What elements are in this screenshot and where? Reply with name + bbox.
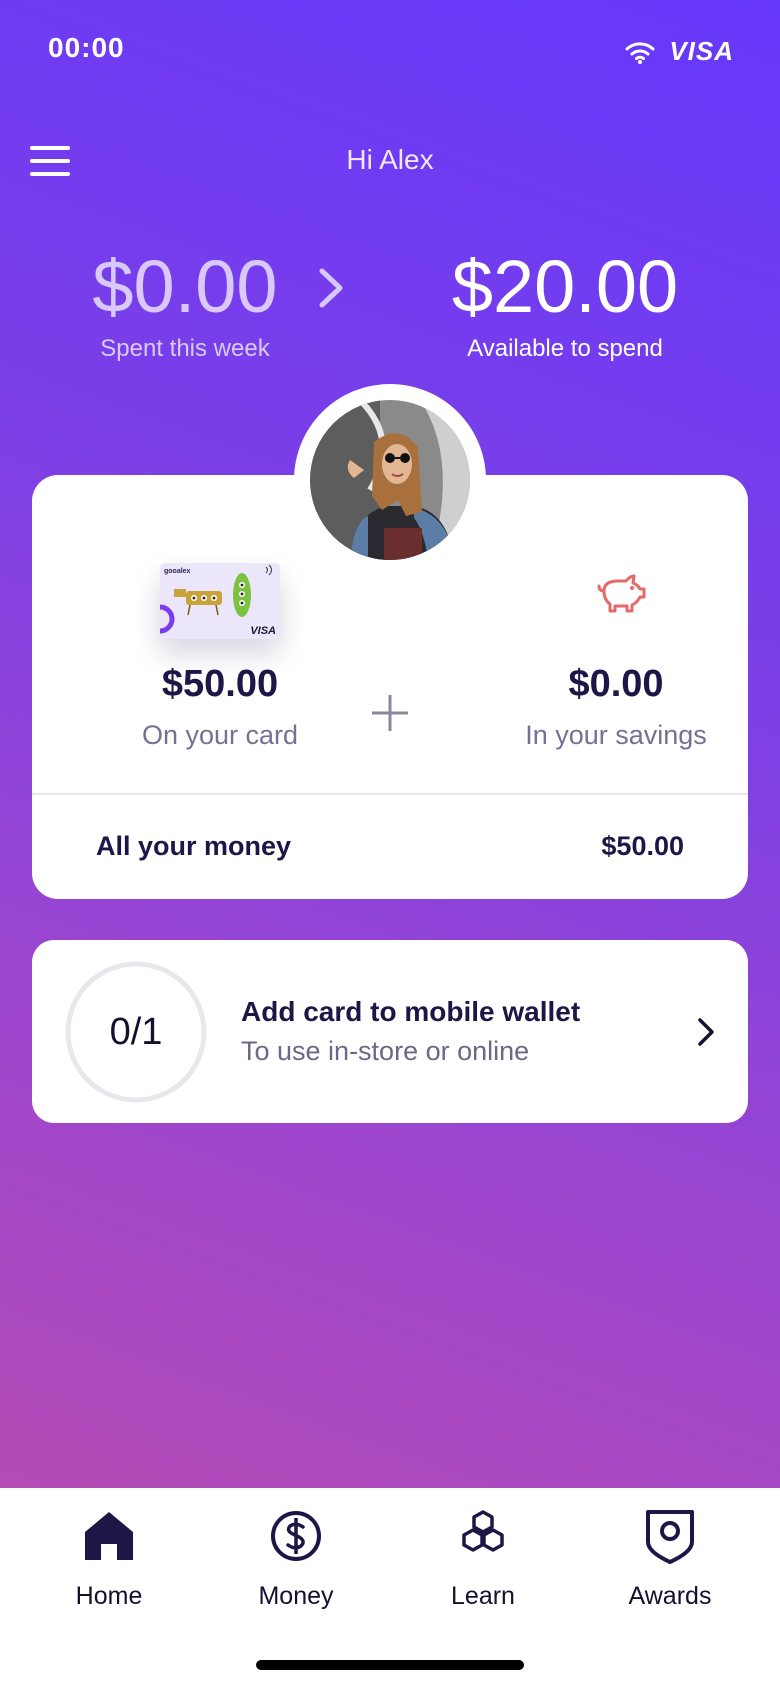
total-value: $50.00: [601, 831, 684, 861]
piggy-bank-icon: [597, 574, 646, 613]
progress-text: 0/1: [109, 1011, 163, 1053]
card-brand-text: gooalex: [164, 568, 191, 575]
spent-label: Spent this week: [100, 335, 270, 362]
tab-learn[interactable]: Learn: [403, 1506, 563, 1611]
savings-amount-label: In your savings: [525, 720, 707, 750]
status-bar: 00:00 VISA: [0, 0, 780, 100]
wallet-task-subtitle: To use in-store or online: [241, 1036, 530, 1066]
spent-amount: $0.00: [92, 245, 278, 328]
hexagons-icon: [462, 1510, 504, 1552]
spending-summary: $0.00 Spent this week $20.00 Available t…: [0, 245, 780, 375]
home-icon: [85, 1512, 133, 1560]
tab-awards[interactable]: Awards: [590, 1506, 750, 1611]
tab-label: Learn: [451, 1582, 515, 1610]
tab-label: Home: [75, 1582, 143, 1610]
header: Hi Alex: [0, 130, 780, 190]
debit-card-image: gooalex VISA: [160, 563, 280, 639]
wallet-task-title: Add card to mobile wallet: [241, 996, 581, 1027]
plus-icon: [372, 695, 408, 731]
tab-home[interactable]: Home: [29, 1506, 189, 1611]
tab-label: Awards: [628, 1582, 712, 1610]
dollar-icon: [271, 1511, 321, 1561]
add-to-wallet-card[interactable]: 0/1 Add card to mobile wallet To use in-…: [32, 940, 748, 1123]
total-label: All your money: [96, 831, 292, 861]
tab-money[interactable]: Money: [216, 1506, 376, 1611]
tab-label: Money: [258, 1582, 334, 1610]
status-indicators: VISA: [625, 36, 734, 67]
card-network-text: VISA: [250, 625, 276, 637]
status-time: 00:00: [48, 32, 125, 63]
available-amount: $20.00: [451, 245, 679, 328]
wifi-icon: [625, 41, 655, 64]
divider: [32, 793, 748, 795]
spent-this-week[interactable]: $0.00 Spent this week: [80, 245, 290, 363]
savings-amount: $0.00: [568, 663, 664, 705]
greeting: Hi Alex: [346, 144, 434, 175]
home-indicator: [256, 1660, 524, 1670]
card-amount: $50.00: [161, 663, 279, 705]
status-network-label: VISA: [669, 36, 734, 66]
available-label: Available to spend: [467, 335, 663, 362]
chevron-right-icon[interactable]: [310, 263, 350, 313]
available-to-spend: $20.00 Available to spend: [430, 245, 700, 363]
avatar[interactable]: [310, 400, 470, 560]
shield-icon: [646, 1510, 694, 1564]
tab-bar: Home Money Learn Awards: [0, 1488, 780, 1688]
chevron-right-icon[interactable]: [694, 1016, 718, 1048]
card-amount-label: On your card: [141, 720, 299, 750]
